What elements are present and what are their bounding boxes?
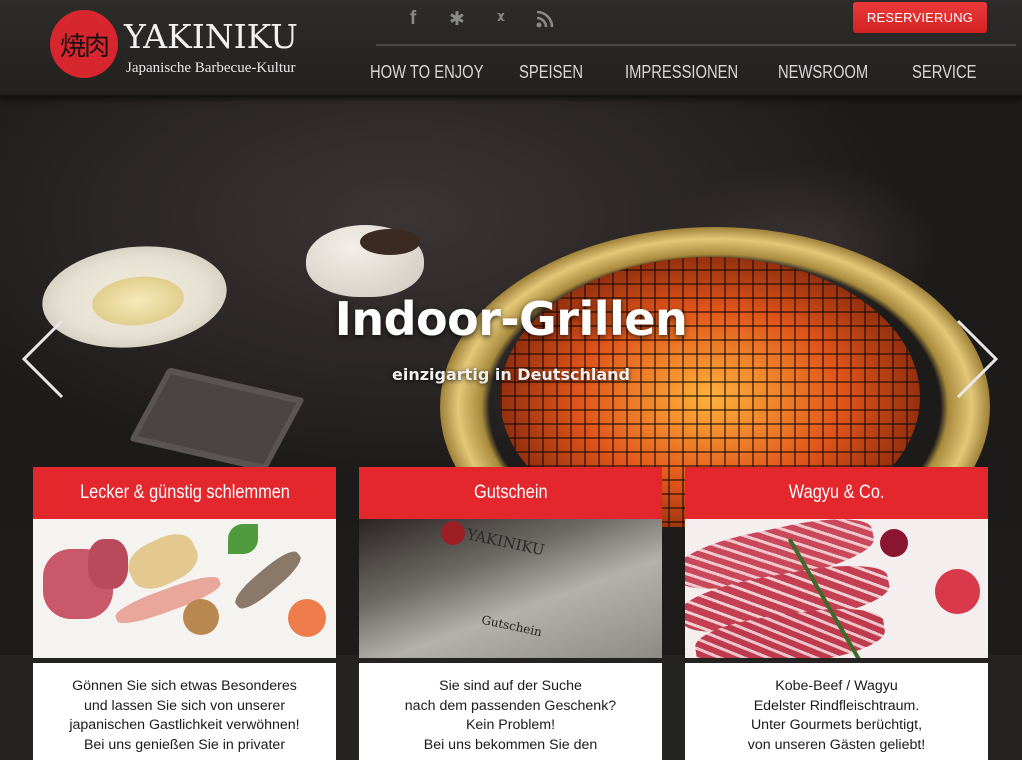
nav-speisen[interactable]: SPEISEN (519, 62, 583, 83)
nav-newsroom[interactable]: NEWSROOM (778, 62, 868, 83)
chevron-right-icon (956, 319, 999, 399)
voucher-label-text: Gutschein (480, 612, 544, 640)
reservation-button[interactable]: RESERVIERUNG (853, 2, 987, 33)
nav-how-to-enjoy[interactable]: HOW TO ENJOY (370, 62, 483, 83)
card-text: Sie sind auf der Suche nach dem passende… (359, 663, 662, 760)
nav-divider (376, 44, 1016, 46)
rss-icon[interactable] (534, 6, 556, 32)
teaser-card-gutschein[interactable]: Gutschein YAKINIKU Gutschein Sie sind au… (359, 467, 662, 760)
nav-service[interactable]: SERVICE (912, 62, 977, 83)
slider-next-arrow[interactable] (946, 319, 1006, 399)
social-links: f ✱ ᵡ (402, 6, 556, 32)
main-nav: HOW TO ENJOY SPEISEN IMPRESSIONEN NEWSRO… (0, 62, 1022, 88)
facebook-icon[interactable]: f (402, 6, 424, 32)
card-title[interactable]: Wagyu & Co. (685, 467, 988, 519)
card-image-food-platter[interactable] (33, 519, 336, 658)
card-title[interactable]: Lecker & günstig schlemmen (33, 467, 336, 519)
chevron-left-icon (21, 319, 64, 399)
hero-slider: Indoor-Grillen einzigartig in Deutschlan… (0, 97, 1022, 527)
logo-seal-text: 焼肉 (59, 31, 110, 62)
card-text: Kobe-Beef / Wagyu Edelster Rindfleischtr… (685, 663, 988, 760)
voucher-brand-text: YAKINIKU (465, 525, 547, 560)
xing-icon[interactable]: ᵡ (490, 6, 512, 32)
teaser-card-lecker[interactable]: Lecker & günstig schlemmen Gönnen Sie si… (33, 467, 336, 760)
card-image-wagyu-beef[interactable] (685, 519, 988, 658)
hero-subtitle: einzigartig in Deutschland (392, 365, 630, 384)
nav-impressionen[interactable]: IMPRESSIONEN (625, 62, 738, 83)
yelp-icon[interactable]: ✱ (446, 6, 468, 32)
card-image-voucher[interactable]: YAKINIKU Gutschein (359, 519, 662, 658)
hero-title: Indoor-Grillen (334, 292, 688, 346)
teaser-card-wagyu[interactable]: Wagyu & Co. Kobe-Beef / Wagyu Edelster R… (685, 467, 988, 760)
card-text: Gönnen Sie sich etwas Besonderes und las… (33, 663, 336, 760)
card-title[interactable]: Gutschein (359, 467, 662, 519)
rss-icon-graphic (536, 10, 554, 28)
slider-prev-arrow[interactable] (14, 319, 74, 399)
site-header: 焼肉 YAKINIKU Japanische Barbecue-Kultur f… (0, 0, 1022, 97)
hero-pot-opening (360, 229, 420, 255)
logo-name[interactable]: YAKINIKU (124, 20, 298, 53)
